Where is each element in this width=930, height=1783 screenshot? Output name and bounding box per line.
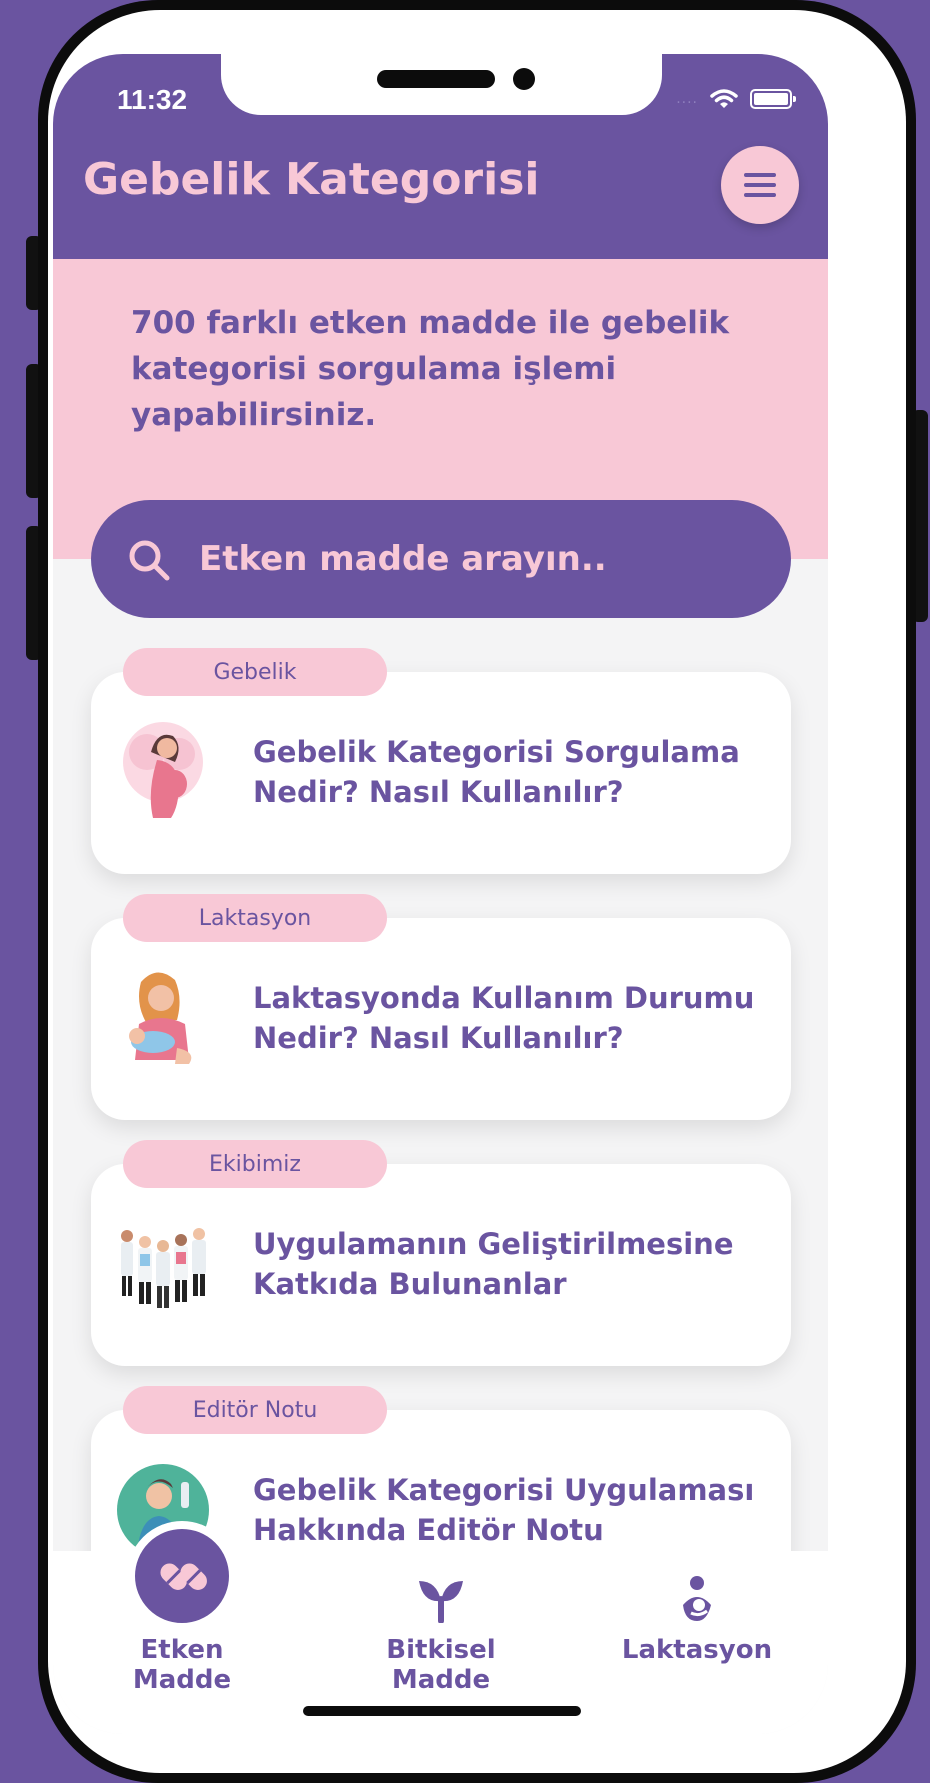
device-notch: [221, 54, 662, 115]
status-time: 11:32: [117, 84, 188, 115]
hamburger-menu-icon-line: [744, 193, 776, 197]
pill-capsule-icon: [160, 1563, 207, 1590]
app-screen: 11:32 .... Gebelik Kategorisi 700 farklı…: [53, 54, 828, 1734]
page-title: Gebelik Kategorisi: [83, 154, 540, 205]
hamburger-menu-icon-line: [744, 183, 776, 187]
search-input[interactable]: [199, 528, 739, 590]
card-title-line: Nedir? Nasıl Kullanılır?: [253, 1021, 624, 1055]
nav-label-bitkisel-madde[interactable]: Bitkisel Madde: [341, 1635, 541, 1695]
status-icons: ....: [676, 88, 796, 110]
card-tag: Editör Notu: [123, 1386, 387, 1434]
signal-icon: ....: [676, 91, 698, 107]
nav-label-laktasyon[interactable]: Laktasyon: [607, 1635, 787, 1665]
menu-button[interactable]: [721, 146, 799, 224]
card-title-line: Laktasyonda Kullanım Durumu: [253, 981, 755, 1015]
card-title: Gebelik Kategorisi Sorgulama Nedir? Nası…: [253, 732, 773, 812]
card-title: Uygulamanın Geliştirilmesine Katkıda Bul…: [253, 1224, 773, 1304]
plant-sprout-icon[interactable]: [417, 1575, 465, 1623]
nav-label-etken-madde[interactable]: Etken Madde: [89, 1635, 275, 1695]
card-tag: Laktasyon: [123, 894, 387, 942]
card-title-line: Nedir? Nasıl Kullanılır?: [253, 775, 624, 809]
search-icon: [129, 540, 170, 581]
wifi-icon: [710, 89, 738, 108]
info-card-ekibimiz[interactable]: Ekibimiz Uygulamanın Geliştirilmesine Ka…: [91, 1140, 791, 1366]
card-title-line: Hakkında Editör Notu: [253, 1513, 604, 1547]
home-indicator: [303, 1706, 581, 1716]
mother-baby-icon[interactable]: [673, 1575, 721, 1623]
card-title: Gebelik Kategorisi Uygulaması Hakkında E…: [253, 1470, 773, 1550]
card-tag: Gebelik: [123, 648, 387, 696]
pregnant-woman-illustration: [123, 722, 203, 818]
card-title-line: Katkıda Bulunanlar: [253, 1267, 567, 1301]
intro-text: 700 farklı etken madde ile gebelik kateg…: [131, 305, 730, 433]
hamburger-menu-icon: [744, 173, 776, 177]
card-tag: Ekibimiz: [123, 1140, 387, 1188]
info-card-gebelik[interactable]: Gebelik Gebelik Kategorisi Sorgulama Ned…: [91, 648, 791, 874]
card-title-line: Gebelik Kategorisi Uygulaması: [253, 1473, 755, 1507]
card-title-line: Gebelik Kategorisi Sorgulama: [253, 735, 740, 769]
front-camera: [513, 68, 535, 90]
breastfeeding-mother-illustration: [129, 972, 192, 1064]
info-card-laktasyon[interactable]: Laktasyon Laktasyonda Kullanım Durumu Ne…: [91, 894, 791, 1120]
speaker-grill: [377, 70, 495, 88]
card-title: Laktasyonda Kullanım Durumu Nedir? Nasıl…: [253, 978, 773, 1058]
search-bar[interactable]: [91, 500, 791, 618]
nav-item-etken-madde[interactable]: [127, 1521, 237, 1631]
card-title-line: Uygulamanın Geliştirilmesine: [253, 1227, 734, 1261]
battery-icon: [750, 89, 796, 109]
team-doctors-illustration: [121, 1228, 206, 1308]
